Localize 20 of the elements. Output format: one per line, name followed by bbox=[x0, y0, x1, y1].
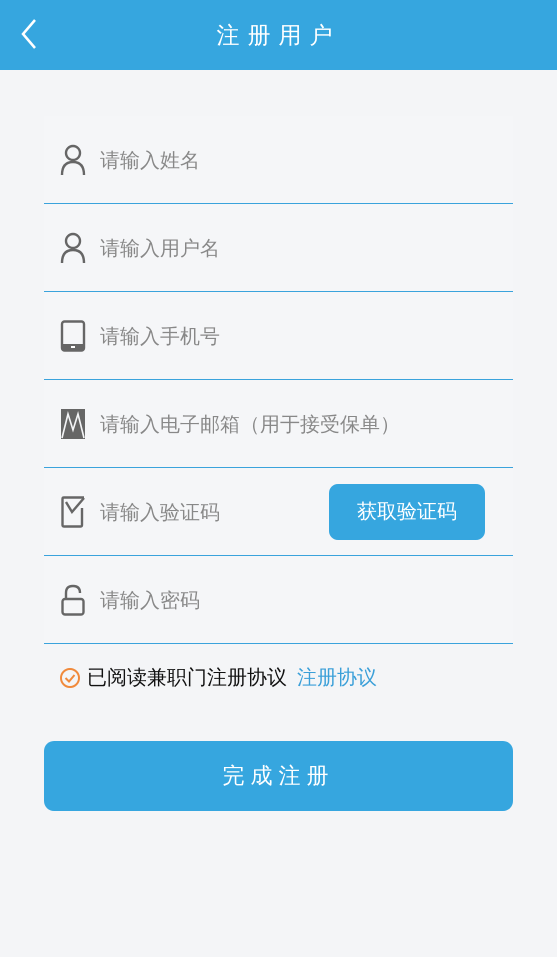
input-field[interactable]: 请输入电子邮箱（用于接受保单） bbox=[100, 406, 497, 440]
back-button[interactable] bbox=[20, 18, 38, 50]
page-title: 注册用户 bbox=[216, 22, 340, 50]
agreement-text: 已阅读兼职门注册协议 bbox=[87, 664, 287, 691]
back-icon bbox=[20, 18, 38, 50]
submit-button[interactable]: 完成注册 bbox=[44, 741, 513, 811]
input-field[interactable]: 请输入手机号 bbox=[100, 318, 497, 352]
user-icon bbox=[60, 232, 86, 264]
get-code-button[interactable]: 获取验证码 bbox=[329, 484, 485, 540]
input-field[interactable]: 请输入密码 bbox=[100, 582, 497, 616]
check-circle-icon[interactable] bbox=[59, 666, 81, 688]
user-icon bbox=[60, 144, 86, 176]
unlock-icon bbox=[60, 584, 86, 616]
checkbox-icon bbox=[60, 496, 86, 528]
input-field[interactable]: 请输入用户名 bbox=[100, 230, 497, 264]
agreement-link[interactable]: 注册协议 bbox=[297, 664, 377, 691]
tablet-icon bbox=[60, 320, 86, 352]
input-field[interactable]: 请输入姓名 bbox=[100, 142, 497, 176]
envelope-icon bbox=[60, 408, 86, 440]
input-field[interactable]: 请输入验证码 bbox=[100, 494, 315, 528]
